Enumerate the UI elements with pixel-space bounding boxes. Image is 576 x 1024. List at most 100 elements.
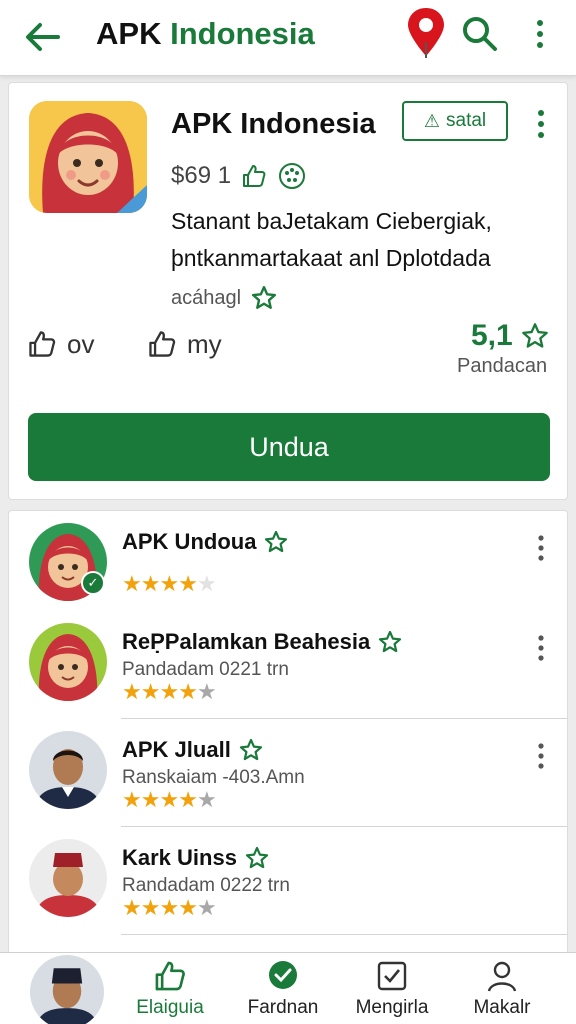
nav-label: Fardnan [247, 997, 319, 1018]
description-line-1: Stanant baJetakam Ciebergiak, [171, 208, 492, 234]
app-detail-card: APK Indonesia ⚠ satal $69 1 Stanant baJe… [8, 82, 568, 500]
review-name-text: APK Undoua [122, 529, 257, 554]
star-icon: ★ [122, 895, 142, 920]
divider [121, 934, 567, 935]
star-icon: ★ [122, 571, 142, 596]
star-outline-icon [252, 285, 277, 309]
star-icon: ★ [122, 679, 142, 704]
star-icon: ★ [178, 679, 198, 704]
install-chip[interactable]: ⚠ satal [402, 101, 508, 141]
star-rating: ★★★★★ [122, 679, 217, 705]
review-name: ReP̣Palamkan Beahesia [122, 629, 402, 655]
star-empty-icon: ★ [196, 895, 217, 920]
star-rating: ★★★★★ [122, 787, 217, 813]
star-icon: ★ [140, 787, 161, 812]
like-stat-label: ov [67, 328, 95, 359]
nav-item-makalr[interactable]: Makalr [442, 959, 562, 1021]
item-overflow-menu-icon[interactable] [531, 633, 551, 663]
app-description: Stanant baJetakam Ciebergiak, þntkanmart… [171, 203, 551, 277]
card-overflow-menu-icon[interactable] [529, 107, 553, 141]
app-name: APK Indonesia [171, 108, 376, 140]
nav-item-mengirla[interactable]: Mengirla [332, 959, 452, 1021]
review-name-text: APK Jluall [122, 737, 231, 762]
item-overflow-menu-icon[interactable] [531, 533, 551, 563]
description-line-2: þntkanmartakaat anl Dplotdada [171, 245, 491, 271]
like-icon-2 [149, 331, 176, 357]
star-outline-icon [239, 738, 262, 761]
list-item[interactable]: Kark Uinss Randadam 0222 trn ★★★★★ [9, 827, 567, 935]
warning-icon: ⚠ [423, 110, 440, 131]
location-pin-icon[interactable] [406, 6, 446, 60]
download-button[interactable]: Undua [28, 413, 550, 481]
rating-label: Pandacan [457, 355, 548, 377]
back-arrow-icon[interactable] [22, 17, 64, 57]
thumbs-up-icon [243, 165, 266, 187]
avatar [29, 839, 107, 917]
category-line: acáhagl [171, 283, 277, 313]
star-icon: ★ [159, 571, 179, 596]
star-icon: ★ [178, 787, 198, 812]
app-icon-illustration [29, 101, 147, 213]
star-icon: ★ [122, 787, 142, 812]
review-subtitle: Pandadam 0221 trn [122, 659, 289, 680]
profile-avatar[interactable] [28, 953, 106, 1024]
like-stat-2-label: my [187, 328, 222, 359]
title-part-apk: APK [96, 16, 162, 51]
top-app-bar: APK Indonesia [0, 0, 576, 76]
star-half-icon: ★ [178, 571, 198, 596]
star-icon: ★ [159, 895, 179, 920]
person-icon [487, 961, 517, 992]
review-name-text: ReP̣Palamkan Beahesia [122, 629, 371, 654]
review-subtitle: Ranskaiam -403.Amn [122, 767, 305, 788]
star-icon: ★ [140, 679, 161, 704]
star-outline-icon [265, 530, 288, 553]
rating-value: 5,1 [471, 319, 549, 353]
star-outline-icon [379, 630, 402, 653]
review-name: APK Jluall [122, 737, 263, 763]
star-rating: ★★★★★ [122, 895, 217, 921]
page-title: APK Indonesia [96, 14, 315, 54]
title-part-indonesia: Indonesia [170, 16, 315, 51]
like-stat[interactable]: ov [27, 327, 94, 361]
star-rating: ★★★★★ [122, 571, 217, 597]
search-icon[interactable] [460, 14, 500, 54]
star-icon: ★ [159, 679, 179, 704]
checkbox-icon [377, 961, 407, 991]
nav-label: Mengirla [355, 997, 429, 1018]
avatar [29, 731, 107, 809]
star-outline-icon [245, 846, 269, 869]
nav-item-fardnan[interactable]: Fardnan [223, 959, 343, 1021]
nav-label: Elaiguia [136, 997, 204, 1018]
item-overflow-menu-icon[interactable] [531, 741, 551, 771]
star-icon: ★ [140, 895, 161, 920]
review-name: Kark Uinss [122, 845, 269, 871]
star-icon: ★ [178, 895, 198, 920]
rating-star-icon [521, 323, 548, 348]
star-icon: ★ [140, 571, 161, 596]
verified-badge-icon: ✓ [81, 571, 105, 595]
like-icon [29, 331, 56, 357]
meta-count: $69 1 [171, 162, 232, 189]
share-dots-icon[interactable] [277, 161, 307, 191]
star-empty-icon: ★ [196, 787, 217, 812]
overflow-menu-icon[interactable] [526, 16, 554, 52]
nav-item-elaiguia[interactable]: Elaiguia [110, 959, 230, 1021]
star-empty-icon: ★ [196, 571, 217, 596]
avatar [29, 623, 107, 701]
star-empty-icon: ★ [196, 679, 217, 704]
thumbs-up-icon [155, 961, 185, 991]
list-item[interactable]: ✓ APK Undoua ★★★★★ [9, 511, 567, 619]
meta-line: $69 1 [171, 161, 307, 191]
install-chip-label: satal [446, 110, 487, 131]
rating-number: 5,1 [471, 319, 513, 352]
list-item[interactable]: APK Jluall Ranskaiam -403.Amn ★★★★★ [9, 719, 567, 827]
bottom-navigation: Elaiguia Fardnan Mengirla Makalr [0, 952, 576, 1024]
like-stat-2[interactable]: my [147, 327, 222, 361]
chat-check-icon [269, 961, 297, 989]
nav-label: Makalr [473, 997, 531, 1018]
star-icon: ★ [159, 787, 179, 812]
list-item[interactable]: ReP̣Palamkan Beahesia Pandadam 0221 trn … [9, 611, 567, 719]
app-icon [29, 101, 147, 213]
category-label: acáhagl [171, 286, 242, 309]
review-name-text: Kark Uinss [122, 845, 237, 870]
